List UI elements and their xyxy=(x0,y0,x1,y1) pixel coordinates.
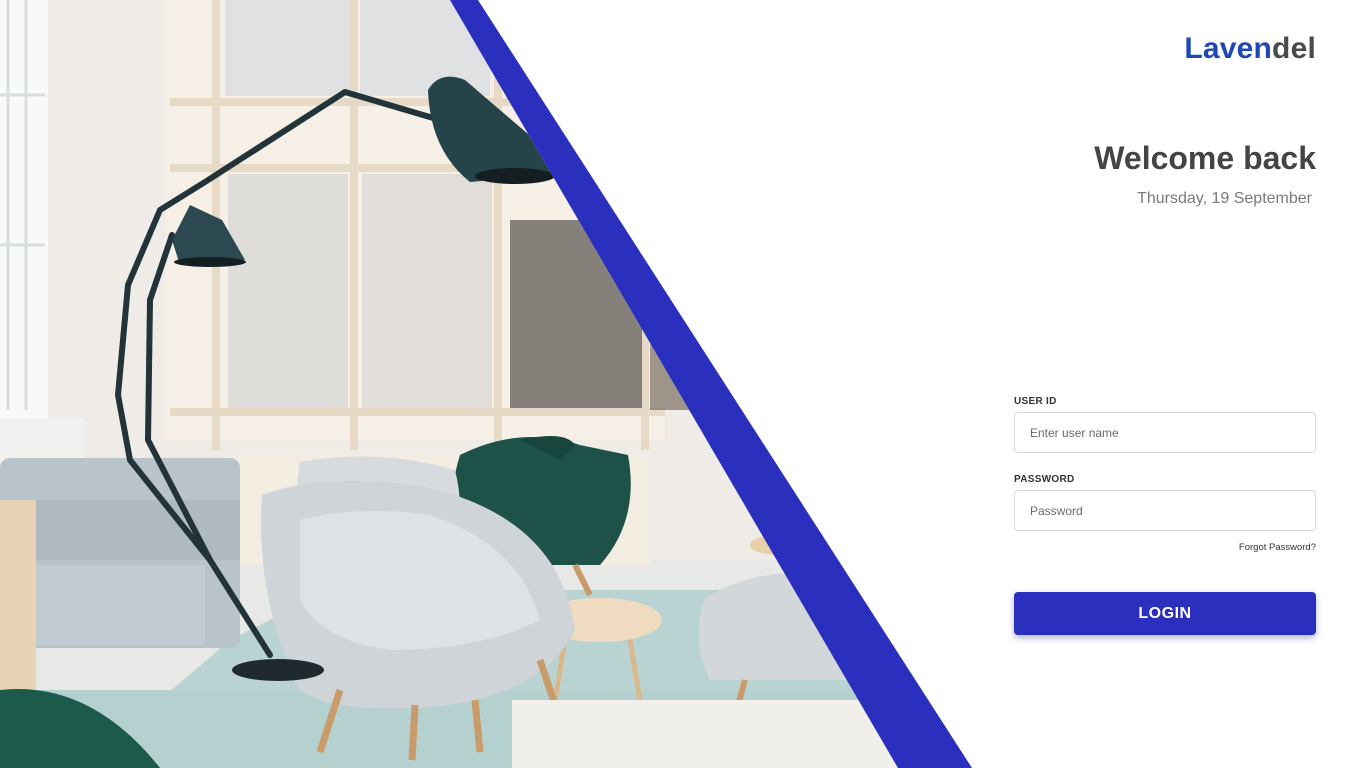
login-page: Lavendel Welcome back Thursday, 19 Septe… xyxy=(0,0,1366,768)
user-id-input[interactable] xyxy=(1014,412,1316,453)
password-input[interactable] xyxy=(1014,490,1316,531)
login-button[interactable]: LOGIN xyxy=(1014,592,1316,635)
password-label: PASSWORD xyxy=(1014,474,1075,485)
office-photo xyxy=(0,0,898,768)
welcome-heading: Welcome back xyxy=(1094,140,1316,176)
user-id-label: USER ID xyxy=(1014,396,1057,407)
forgot-password-link[interactable]: Forgot Password? xyxy=(1014,542,1316,553)
current-date: Thursday, 19 September xyxy=(1137,190,1312,207)
brand-logo-part-a: Laven xyxy=(1184,32,1273,65)
brand-logo-part-b: del xyxy=(1272,32,1316,65)
login-form: USER ID PASSWORD Forgot Password? LOGIN xyxy=(1014,396,1316,635)
brand-logo: Lavendel xyxy=(1184,32,1316,66)
